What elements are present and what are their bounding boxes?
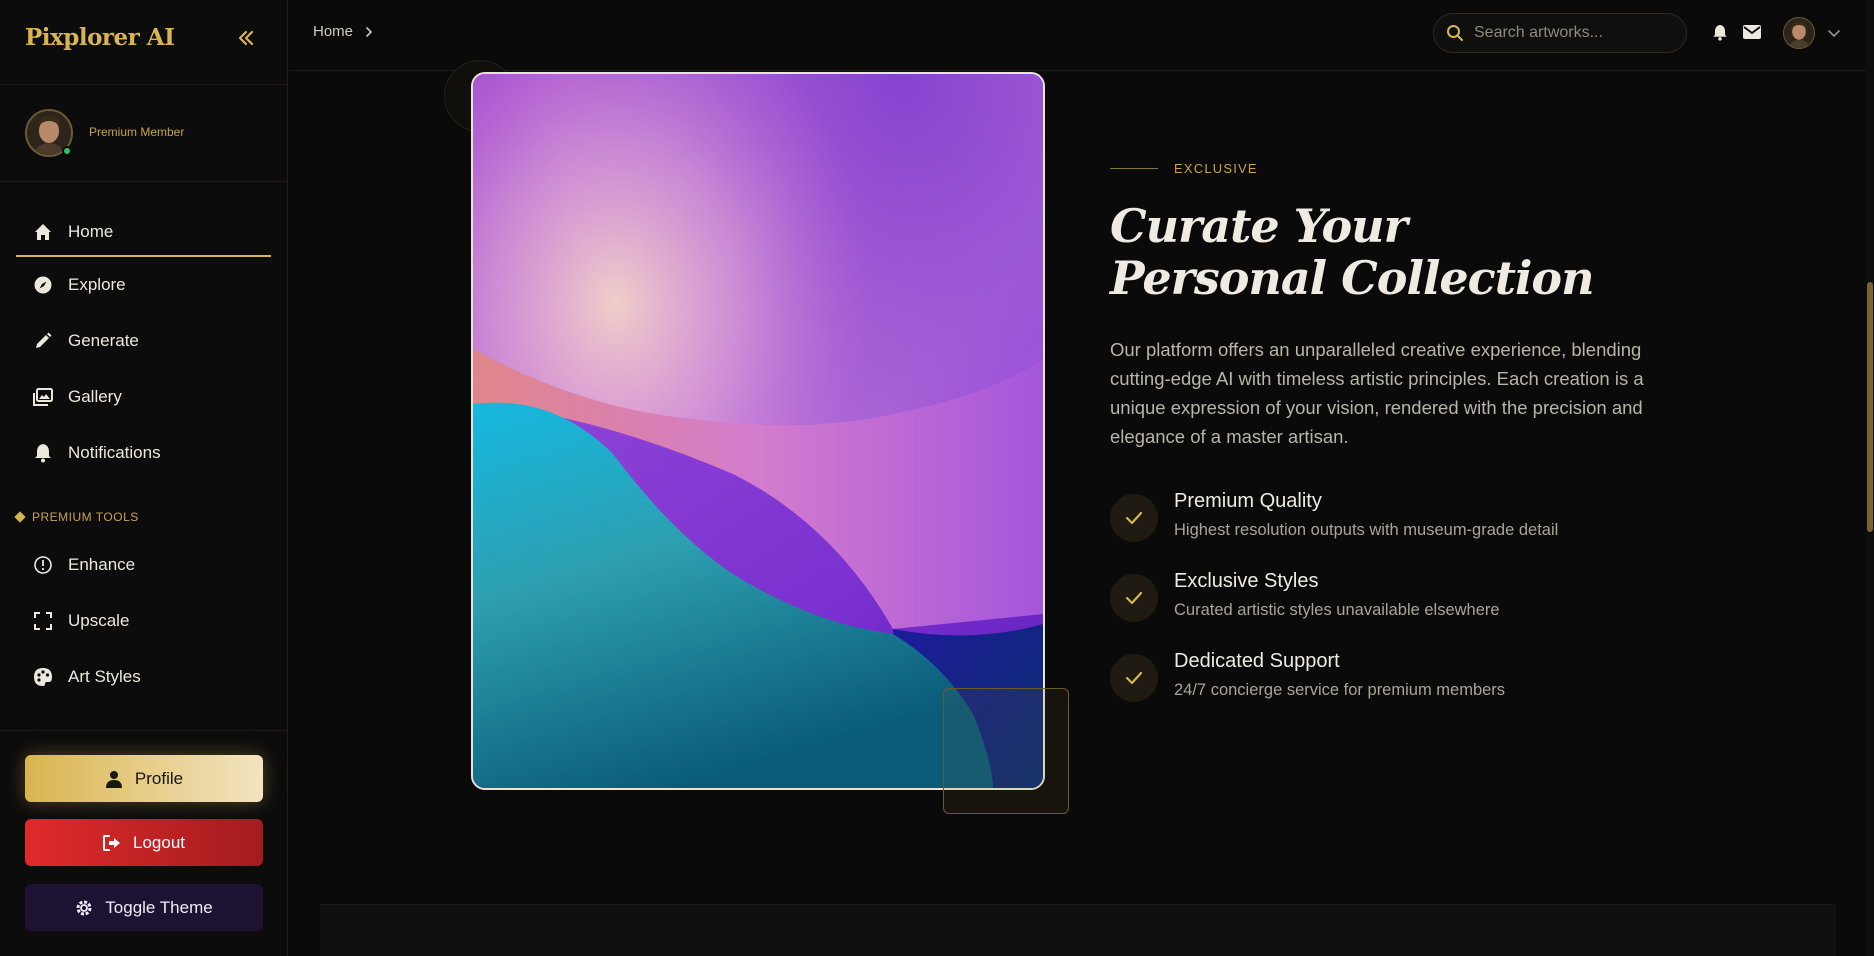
brand-logo[interactable]: Pixplorer AI [25,24,175,51]
sidebar-item-label: Enhance [68,555,136,574]
sidebar-item-enhance[interactable]: Enhance [16,541,271,589]
feature-description: Curated artistic styles unavailable else… [1174,601,1500,619]
notifications-bell-icon[interactable] [1710,22,1730,42]
sidebar-item-label: Notifications [68,443,161,462]
hero-description: Our platform offers an unparalleled crea… [1110,339,1644,447]
premium-tools-section-label: PREMIUM TOOLS [14,510,139,524]
feature-description: 24/7 concierge service for premium membe… [1174,681,1506,699]
chevron-down-icon[interactable] [1827,26,1841,40]
check-icon [1110,654,1158,702]
logout-icon [103,834,121,852]
sidebar-item-home[interactable]: Home [16,209,271,257]
messages-envelope-icon[interactable] [1742,22,1762,42]
toggle-theme-button[interactable]: Toggle Theme [25,884,263,931]
feature-item-exclusive-styles: Exclusive Styles Curated artistic styles… [1110,570,1750,630]
home-icon [32,221,54,243]
feature-item-premium-quality: Premium Quality Highest resolution outpu… [1110,490,1750,550]
account-avatar[interactable] [1783,17,1815,49]
sidebar-item-notifications[interactable]: Notifications [16,429,271,477]
diamond-icon [14,511,26,523]
decorative-gold-frame [943,688,1069,814]
sidebar-item-label: Upscale [68,611,130,630]
feature-description: Highest resolution outputs with museum-g… [1174,521,1559,539]
sidebar-item-label: Home [68,222,114,241]
search-box[interactable] [1433,13,1687,53]
feature-title: Exclusive Styles [1174,570,1319,592]
gear-icon [75,899,93,917]
user-icon [105,770,123,788]
logout-button-label: Logout [133,832,185,852]
search-icon [1446,24,1464,42]
sidebar-item-label: Explore [68,275,126,294]
logout-button[interactable]: Logout [25,819,263,866]
bell-icon [32,442,54,464]
section-label-text: PREMIUM TOOLS [32,510,139,524]
hero-title-line-1: Curate Your [1110,199,1408,253]
search-input[interactable] [1474,24,1674,42]
profile-button[interactable]: Profile [25,755,263,802]
hero-title: Curate Your Personal Collection [1110,200,1750,304]
hero-title-line-2: Personal Collection [1110,251,1595,305]
top-bar: Home [289,0,1874,71]
info-icon [32,554,54,576]
membership-label: Premium Member [89,125,185,139]
compass-icon [32,274,54,296]
scrollbar-thumb[interactable] [1867,282,1873,532]
check-icon [1110,574,1158,622]
sidebar-item-label: Art Styles [68,667,141,686]
sidebar: Pixplorer AI Premium Member Home Explore… [0,0,288,956]
sidebar-item-gallery[interactable]: Gallery [16,373,271,421]
sidebar-divider [0,181,288,182]
app-root: Pixplorer AI Premium Member Home Explore… [0,0,1874,956]
eyebrow-text: EXCLUSIVE [1174,161,1258,176]
feature-item-dedicated-support: Dedicated Support 24/7 concierge service… [1110,650,1750,710]
chevron-right-icon [363,26,375,38]
featured-artwork-image[interactable] [471,72,1045,790]
feature-title: Premium Quality [1174,490,1322,512]
expand-icon [32,610,54,632]
collapse-sidebar-icon[interactable] [234,26,258,50]
next-section-panel [320,904,1836,956]
palette-icon [32,666,54,688]
sidebar-divider [0,84,288,85]
sidebar-item-label: Generate [68,331,139,350]
sidebar-divider [0,730,288,731]
online-status-dot [62,146,72,156]
breadcrumb-home-link[interactable]: Home [313,23,353,40]
check-icon [1110,494,1158,542]
sidebar-item-art-styles[interactable]: Art Styles [16,653,271,701]
sidebar-item-label: Gallery [68,387,122,406]
sidebar-item-upscale[interactable]: Upscale [16,597,271,645]
eyebrow-line [1110,168,1158,169]
images-icon [32,386,54,408]
pencil-icon [32,330,54,352]
profile-button-label: Profile [134,768,184,788]
feature-title: Dedicated Support [1174,650,1340,672]
section-eyebrow: EXCLUSIVE [1110,161,1258,176]
breadcrumb: Home [313,23,375,40]
toggle-theme-button-label: Toggle Theme [105,897,213,917]
sidebar-item-generate[interactable]: Generate [16,317,271,365]
sidebar-item-explore[interactable]: Explore [16,261,271,309]
